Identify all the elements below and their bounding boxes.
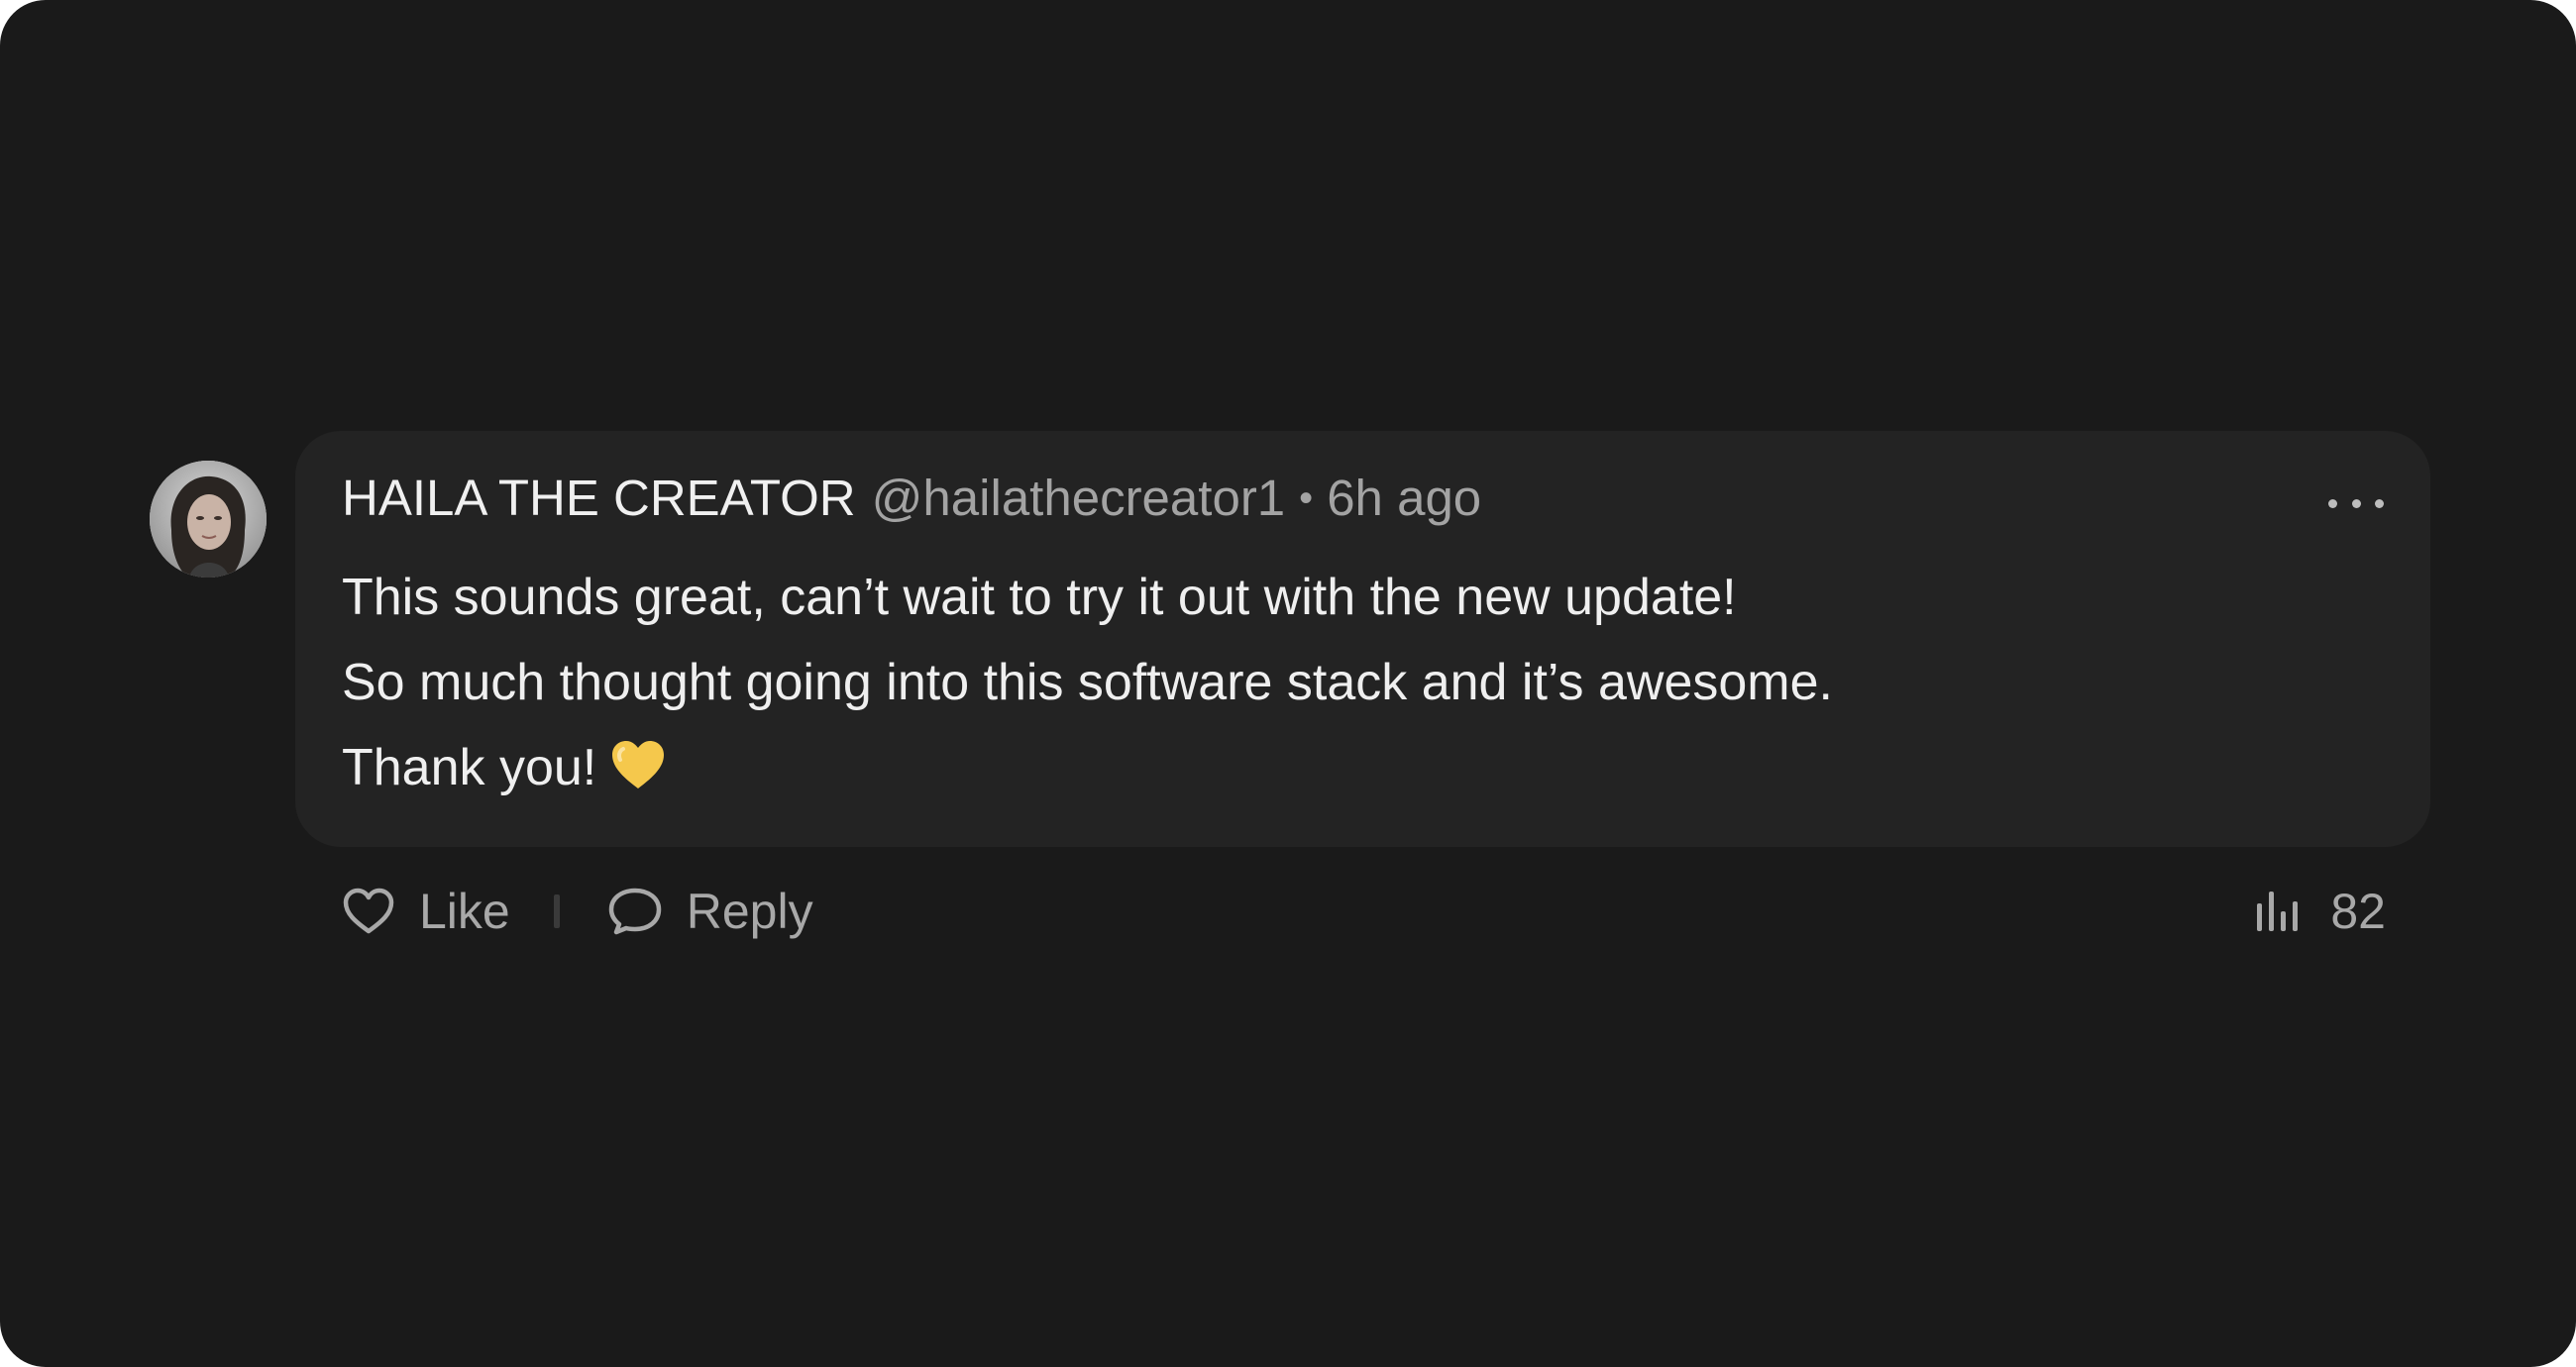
avatar-image [150,461,267,578]
bar-chart-icon [2257,892,2299,931]
more-dot [2375,498,2384,508]
like-label: Like [419,884,510,939]
view-count: 82 [2255,877,2386,946]
comment-header: HAILA THE CREATOR @hailathecreator1 • 6h… [342,468,1481,529]
author-name[interactable]: HAILA THE CREATOR [342,468,856,529]
comment-actions: Like Reply [342,877,813,946]
comment-line-3: Thank you! [342,739,597,796]
separator-dot: • [1299,476,1314,520]
timestamp: 6h ago [1327,470,1482,526]
heart-outline-icon [343,888,394,934]
reply-button[interactable]: Reply [607,883,813,940]
avatar[interactable] [150,461,267,578]
comment-line-1: This sounds great, can’t wait to try it … [342,569,1737,626]
more-dot [2351,498,2361,508]
app-frame: HAILA THE CREATOR @hailathecreator1 • 6h… [0,0,2576,1367]
comment-line-3-wrap: Thank you! [342,725,2403,816]
action-divider [553,894,560,928]
yellow-heart-icon [610,731,666,816]
comment-line-2: So much thought going into this software… [342,654,1833,711]
more-dot [2328,498,2337,508]
comment-body: This sounds great, can’t wait to try it … [342,555,2403,816]
views-count: 82 [2330,884,2386,939]
more-options-icon[interactable] [2328,483,2384,523]
author-handle[interactable]: @hailathecreator1 [872,468,1286,529]
like-button[interactable]: Like [342,883,510,940]
chat-bubble-icon [608,888,661,935]
reply-label: Reply [686,884,813,939]
